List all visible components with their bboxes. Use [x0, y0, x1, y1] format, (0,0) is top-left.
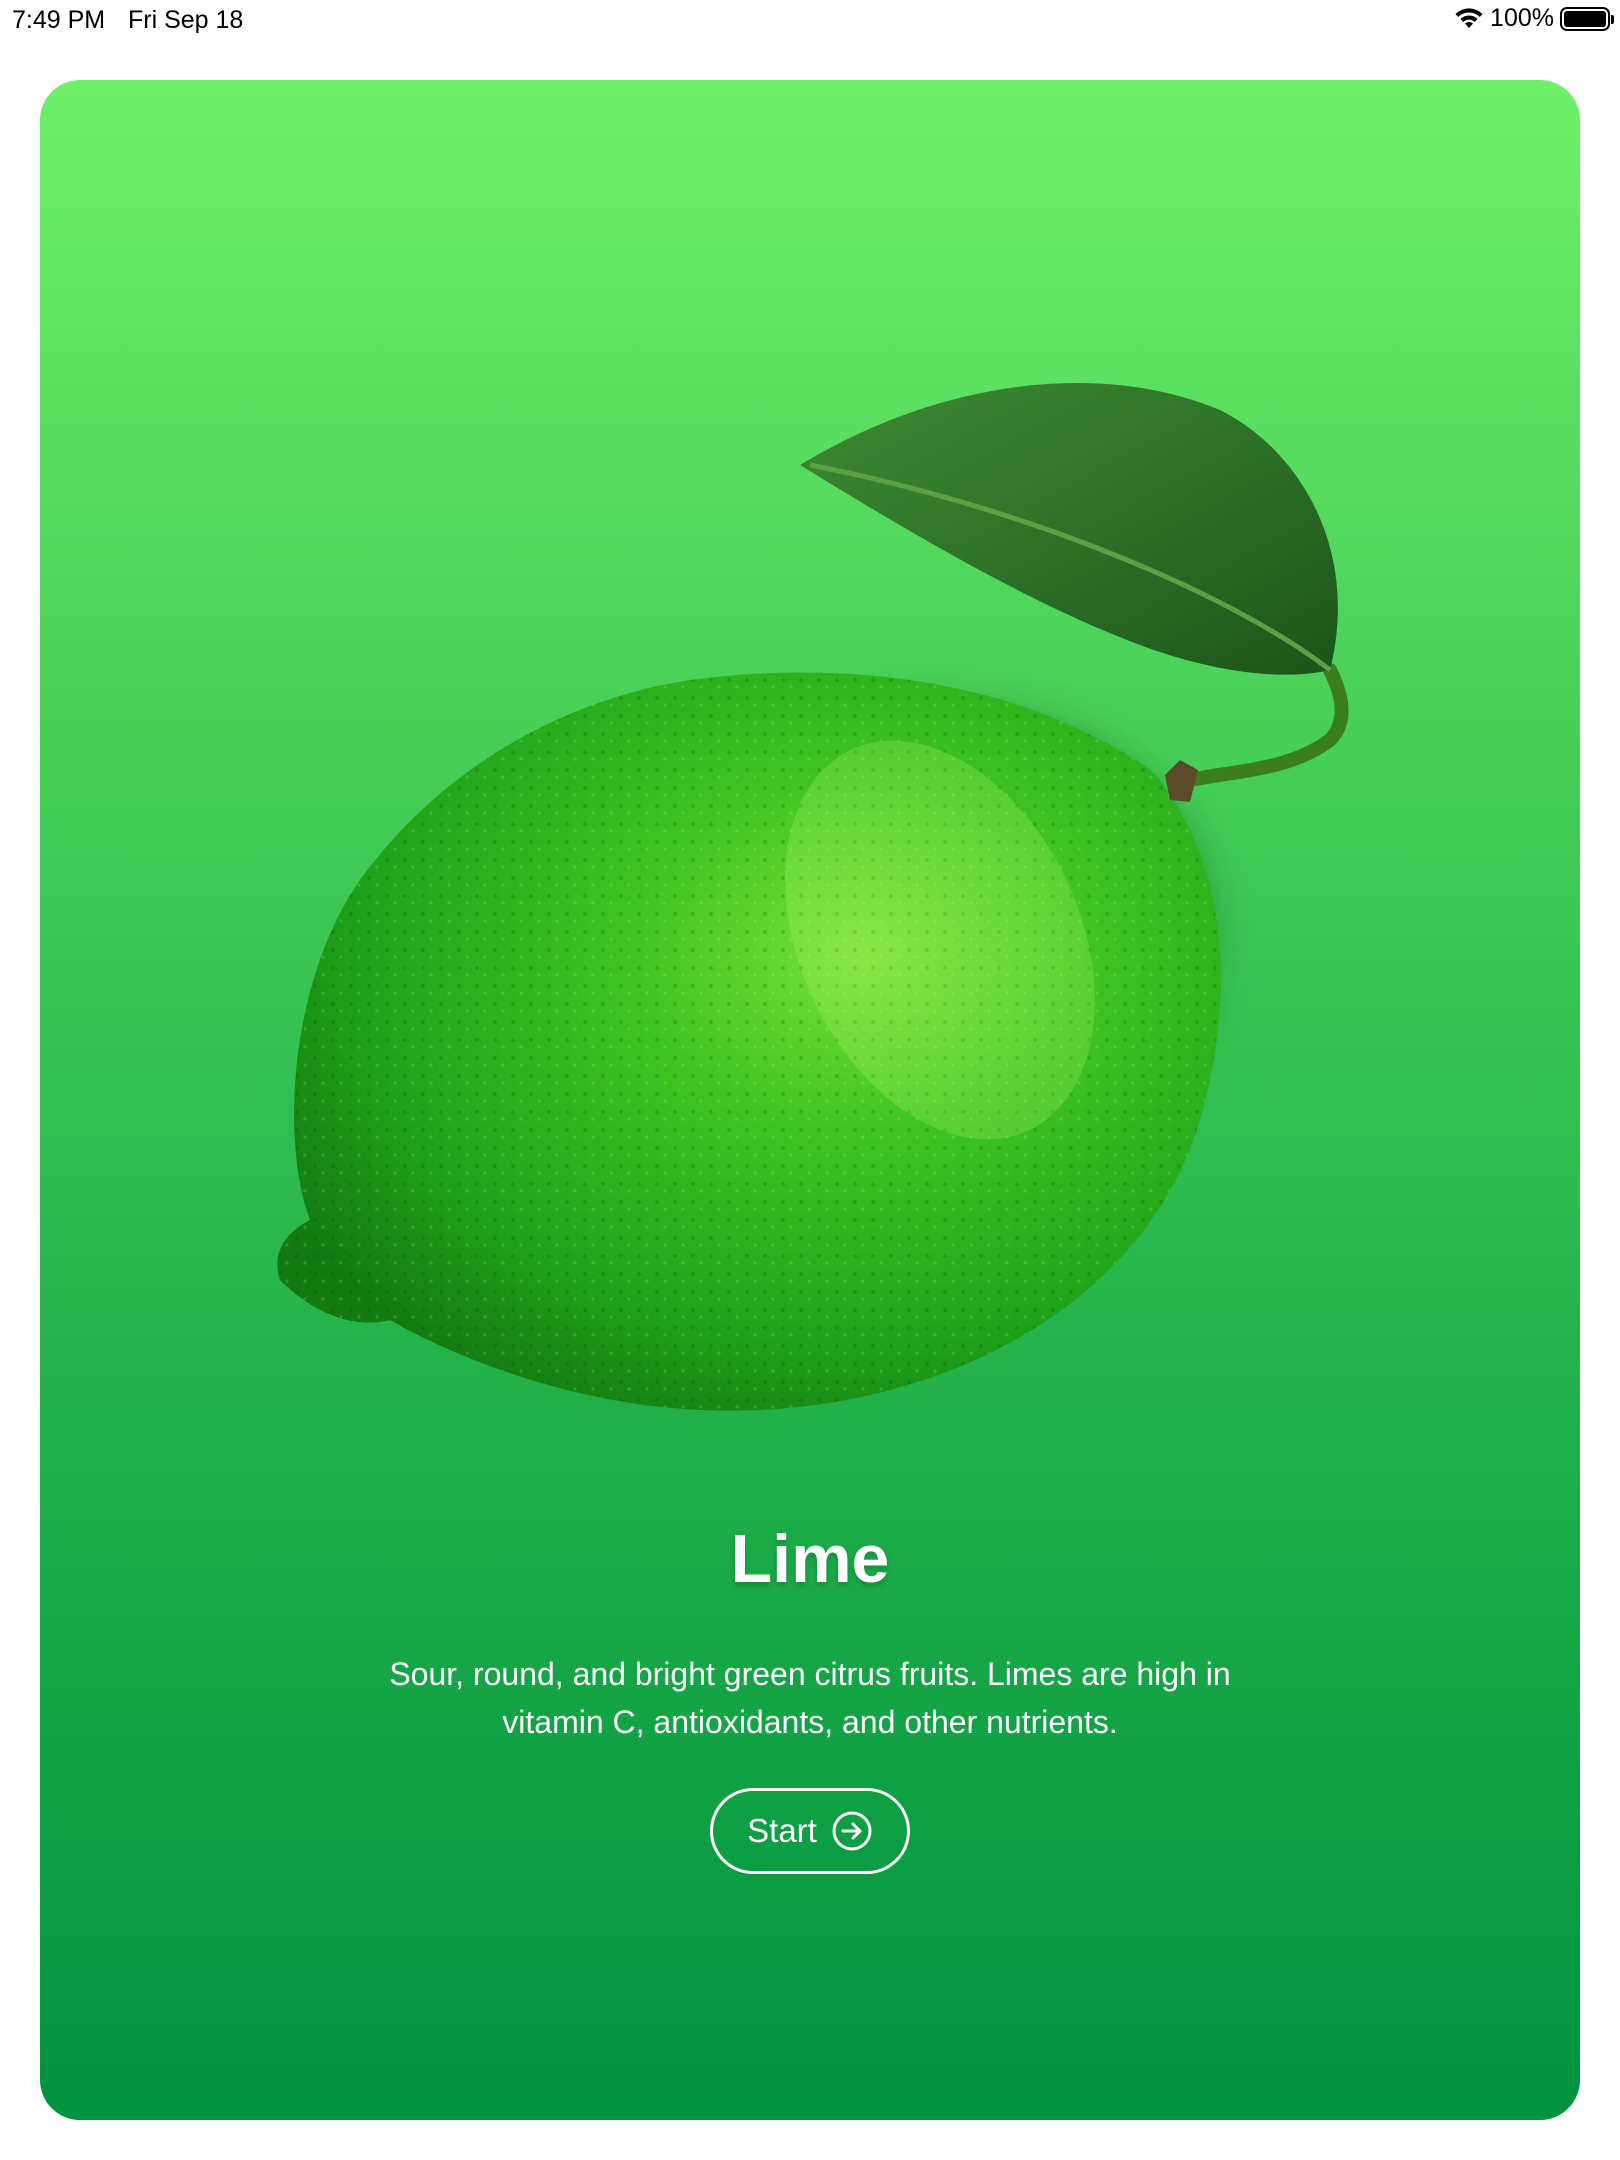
fruit-description: Sour, round, and bright green citrus fru…	[389, 1656, 1231, 1740]
status-time: 7:49 PM	[12, 6, 106, 34]
status-right: 100%	[1454, 4, 1614, 33]
start-button[interactable]: Start	[710, 1788, 910, 1874]
onboarding-card[interactable]: Lime Sour, round, and bright green citru…	[40, 80, 1580, 2120]
status-date: Fri Sep 18	[128, 6, 244, 34]
wifi-icon	[1455, 7, 1483, 28]
fruit-title: Lime	[730, 1521, 890, 1597]
battery-fill	[1564, 10, 1606, 27]
battery-icon	[1560, 6, 1614, 31]
status-bar: 7:49 PM Fri Sep 18 100%	[0, 0, 1620, 40]
battery-percent: 100%	[1490, 4, 1554, 32]
arrow-right-circle-icon	[832, 1811, 872, 1851]
lime-fruit-image	[277, 382, 1349, 1411]
start-label: Start	[747, 1812, 817, 1849]
